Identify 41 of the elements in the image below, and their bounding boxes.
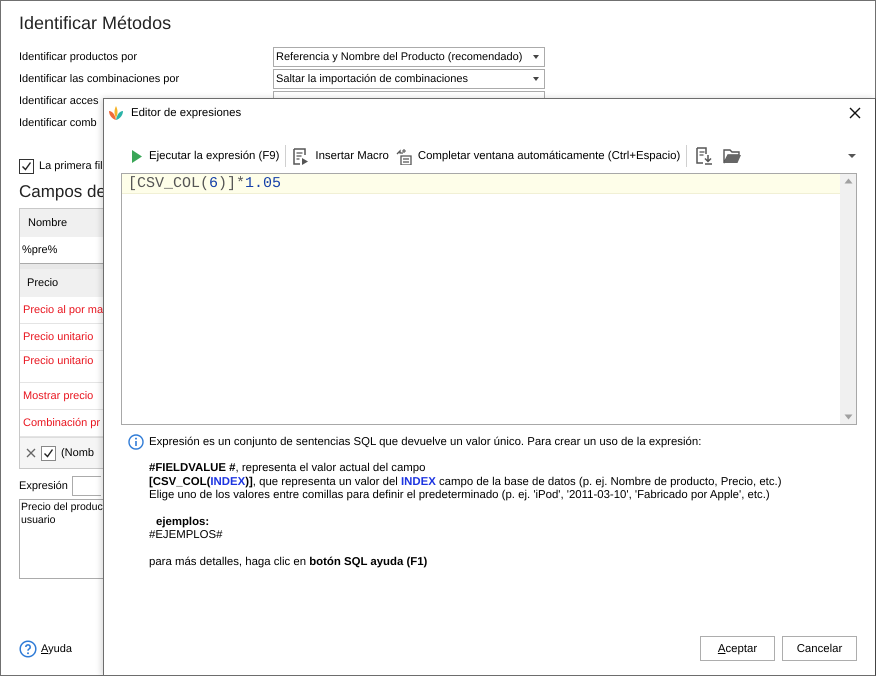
help-text: #EJEMPLOS# [149,529,222,542]
field-label: Identificar acces [19,95,100,107]
export-icon[interactable] [695,147,714,165]
checkbox[interactable] [41,446,56,460]
field-label: Identificar comb [19,117,98,129]
checkbox-label: La primera fil [39,160,103,172]
help-text: para más detalles, haga clic en botón SQL ayuda (F1) [149,556,428,569]
macro-icon [292,148,310,164]
field-label: Identificar productos por [19,51,138,63]
run-button[interactable]: Ejecutar la expresión (F9) [126,144,282,168]
help-text: Elige uno de los valores entre comillas para definir el predeterminado (p. ej. 'iPod', '2011-03-10', 'Fabricado por Apple', etc.) [149,489,770,502]
field-label: Expresión [19,480,68,492]
info-icon [128,434,144,450]
dialog-title: Editor de expresiones [131,107,242,119]
accept-button[interactable]: Aceptar [700,636,775,661]
dropdown[interactable]: Saltar la importación de combinaciones [273,69,545,89]
help-text: #FIELDVALUE #, representa el valor actual del campo [149,462,426,476]
cancel-button[interactable]: Cancelar [782,636,857,661]
info-text: Expresión es un conjunto de sentencias SQL que devuelve un valor único. Para crear un uso de la expresión: [149,436,702,448]
column-header: Nombre [20,209,103,237]
help-text: [CSV_COL(INDEX)], que representa un valor del INDEX campo de la base de datos (p. ej. Nombre de producto, Precio, etc.) [149,476,782,489]
filter-text: (Nomb [61,447,94,459]
help-subheading: ejemplos: [155,516,210,529]
field-label: Identificar las combinaciones por [19,73,180,85]
macro-button[interactable]: Insertar Macro [289,144,392,168]
caret-icon[interactable] [847,152,857,160]
autocomplete-icon [394,148,412,164]
code-editor[interactable]: [CSV_COL(6)]*1.05 [121,173,857,425]
close-icon[interactable] [849,107,861,119]
dropdown[interactable]: Referencia y Nombre del Producto (recomendado) [273,47,545,67]
folder-icon[interactable] [723,147,742,165]
leaf-logo-icon [108,105,124,121]
help-link[interactable]: Ayuda [41,643,72,655]
section-title: Identificar Métodos [19,12,172,35]
input-field[interactable] [72,476,101,496]
checkbox[interactable] [19,158,34,174]
code-text: [CSV_COL(6)]*1.05 [128,175,282,192]
help-icon[interactable] [19,640,37,658]
group-header: Precio [20,269,103,297]
autocomplete-button[interactable]: Completar ventana automáticamente (Ctrl+Espacio) [392,144,684,168]
play-icon [129,148,143,164]
